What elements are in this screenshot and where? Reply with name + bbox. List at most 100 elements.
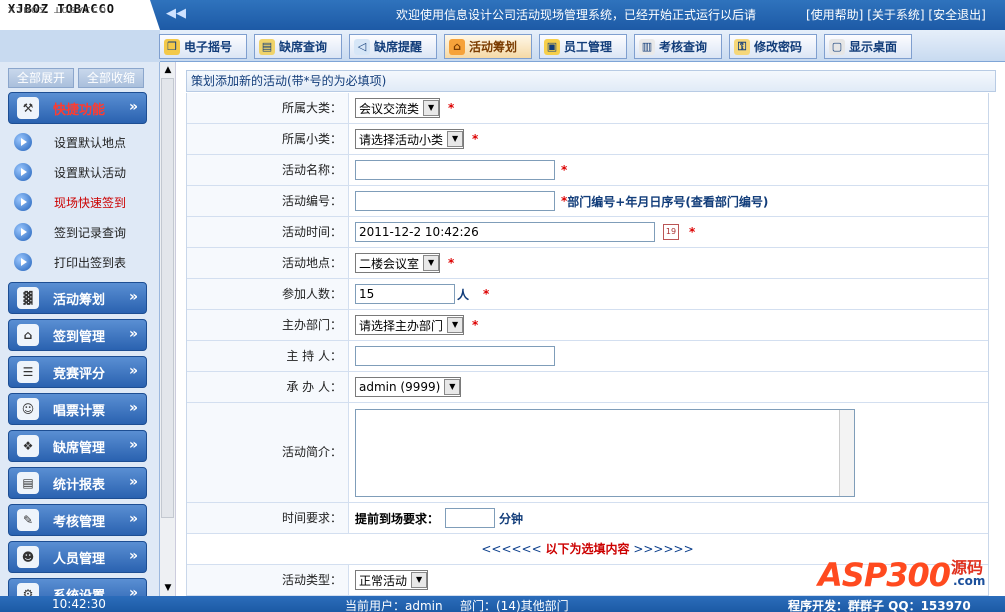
tab-staff[interactable]: ▣ 员工管理 xyxy=(539,34,627,59)
quick-item-default-activity[interactable]: 设置默认活动 xyxy=(14,161,126,183)
tab-show-desktop[interactable]: ▢ 显示桌面 xyxy=(824,34,912,59)
report-icon: ▤ xyxy=(17,472,39,494)
expand-all-button[interactable]: 全部展开 xyxy=(8,68,74,88)
chevron-double-icon: » xyxy=(128,99,138,115)
chevron-down-icon: ▼ xyxy=(444,379,461,395)
status-bar: 10:42:30 当前用户：admin 部门：(14)其他部门 程序开发：群群子… xyxy=(0,596,1005,612)
chevron-down-icon: ▼ xyxy=(411,572,428,588)
row-subcategory: 所属小类： 请选择活动小类 ▼ * xyxy=(187,124,988,155)
tab-assessment[interactable]: ▥ 考核查询 xyxy=(634,34,722,59)
main-content: ▲ ▼ 策划添加新的活动(带*号的为必填项) 所属大类： 会议交流类 ▼ * 所属小… xyxy=(160,62,1005,596)
type-select[interactable]: 正常活动 ▼ xyxy=(355,570,429,590)
person-icon: ☻ xyxy=(17,546,39,568)
department-select[interactable]: 请选择主办部门 ▼ xyxy=(355,315,465,335)
participant-count-input[interactable]: 15 xyxy=(355,284,455,304)
menu-activity-planning[interactable]: ▓ 活动筹划» xyxy=(8,282,147,314)
collapse-sidebar-icon[interactable]: ◀◀ xyxy=(166,5,186,23)
location-select[interactable]: 二楼会议室 ▼ xyxy=(355,253,441,273)
quick-item-default-location[interactable]: 设置默认地点 xyxy=(14,131,126,153)
organizer-select[interactable]: admin (9999) ▼ xyxy=(355,377,462,397)
tab-lottery[interactable]: ❒ 电子摇号 xyxy=(159,34,247,59)
book-icon: ▤ xyxy=(259,38,275,55)
subcategory-select[interactable]: 请选择活动小类 ▼ xyxy=(355,129,465,149)
quick-item-signin-records[interactable]: 签到记录查询 xyxy=(14,221,126,243)
row-department: 主办部门： 请选择主办部门 ▼ * xyxy=(187,310,988,341)
form-title: 策划添加新的活动(带*号的为必填项) xyxy=(186,70,996,92)
top-header: XJBOZ TOBACCO XJBOZ TOBACCO ◀◀ 欢迎使用信息设计公… xyxy=(0,0,1005,30)
edit-icon: ✎ xyxy=(17,509,39,531)
house-icon: ⌂ xyxy=(17,324,39,346)
chevron-down-icon: ▼ xyxy=(423,100,440,116)
help-link[interactable]: [使用帮助] xyxy=(806,8,863,22)
logout-link[interactable]: [安全退出] xyxy=(928,8,985,22)
play-icon xyxy=(14,223,32,241)
row-name: 活动名称： * xyxy=(187,155,988,186)
chevron-double-icon: » xyxy=(128,511,138,527)
tab-absence-remind[interactable]: ◁ 缺席提醒 xyxy=(349,34,437,59)
welcome-marquee: 欢迎使用信息设计公司活动现场管理系统，已经开始正式运行以后请 xyxy=(396,8,757,22)
watermark-logo: ASP300 源码 .com xyxy=(818,556,986,594)
chevron-down-icon: ▼ xyxy=(447,317,464,333)
activity-code-input[interactable] xyxy=(355,191,555,211)
calendar-icon[interactable]: 19 xyxy=(663,224,679,240)
chevron-double-icon: » xyxy=(128,400,138,416)
menu-personnel[interactable]: ☻ 人员管理» xyxy=(8,541,147,573)
chevron-double-icon: » xyxy=(128,548,138,564)
menu-signin-management[interactable]: ⌂ 签到管理» xyxy=(8,319,147,351)
quick-item-print-signin[interactable]: 打印出签到表 xyxy=(14,251,126,273)
logo-reflection: XJBOZ TOBACCO xyxy=(8,4,108,14)
clipboard-icon: ▥ xyxy=(639,38,655,55)
row-time: 活动时间： 2011-12-2 10:42:26 19 * xyxy=(187,217,988,248)
group-icon: ❖ xyxy=(17,435,39,457)
tab-absence-query[interactable]: ▤ 缺席查询 xyxy=(254,34,342,59)
scroll-down-icon[interactable]: ▼ xyxy=(160,580,176,596)
menu-system-settings[interactable]: ⚙ 系统设置» xyxy=(8,578,147,596)
menu-absence-management[interactable]: ❖ 缺席管理» xyxy=(8,430,147,462)
optional-section-heading: 以下为选填内容 xyxy=(545,542,630,556)
activity-form: 所属大类： 会议交流类 ▼ * 所属小类： 请选择活动小类 ▼ * 活动名称： * 活动… xyxy=(186,93,989,596)
row-organizer: 承 办 人： admin (9999) ▼ xyxy=(187,372,988,403)
activity-name-input[interactable] xyxy=(355,160,555,180)
menu-statistics[interactable]: ▤ 统计报表» xyxy=(8,467,147,499)
arrive-early-input[interactable] xyxy=(445,508,496,528)
vertical-scrollbar[interactable]: ▲ ▼ xyxy=(160,62,176,596)
play-icon xyxy=(14,253,32,271)
code-format-note[interactable]: 部门编号+年月日序号(查看部门编号) xyxy=(567,193,768,210)
chevron-double-icon: » xyxy=(128,437,138,453)
about-link[interactable]: [关于系统] xyxy=(867,8,924,22)
row-code: 活动编号： * 部门编号+年月日序号(查看部门编号) xyxy=(187,186,988,217)
scroll-thumb[interactable] xyxy=(161,78,174,518)
sidebar: 全部展开 全部收缩 ⚒ 快捷功能 » 设置默认地点 设置默认活动 现场快速签到 … xyxy=(0,62,160,596)
activity-time-input[interactable]: 2011-12-2 10:42:26 xyxy=(355,222,655,242)
wrench-icon: ⚒ xyxy=(17,97,39,119)
chart-icon: ▓ xyxy=(17,287,39,309)
collapse-all-button[interactable]: 全部收缩 xyxy=(78,68,144,88)
users-icon: ☺ xyxy=(17,398,39,420)
play-icon xyxy=(14,163,32,181)
textarea-scrollbar[interactable] xyxy=(839,409,854,496)
keys-icon: ⚿ xyxy=(734,38,750,55)
toolbar: ❒ 电子摇号 ▤ 缺席查询 ◁ 缺席提醒 ⌂ 活动筹划 ▣ 员工管理 ▥ 考核查询 ⚿ 修改密… xyxy=(0,30,1005,62)
top-links: [使用帮助] [关于系统] [安全退出] xyxy=(806,6,986,23)
host-input[interactable] xyxy=(355,346,555,366)
row-summary: 活动简介： xyxy=(187,403,988,503)
tab-activity-planning[interactable]: ⌂ 活动筹划 xyxy=(444,34,532,59)
menu-vote-counting[interactable]: ☺ 唱票计票» xyxy=(8,393,147,425)
menu-assessment[interactable]: ✎ 考核管理» xyxy=(8,504,147,536)
key-icon: ❒ xyxy=(164,38,180,55)
tab-change-password[interactable]: ⚿ 修改密码 xyxy=(729,34,817,59)
speaker-icon: ◁ xyxy=(354,38,370,55)
scroll-up-icon[interactable]: ▲ xyxy=(160,62,176,78)
person-card-icon: ▣ xyxy=(544,38,560,55)
developer-info: 程序开发：群群子 QQ：153970 xyxy=(788,599,971,612)
gear-icon: ⚙ xyxy=(17,583,39,596)
clock: 10:42:30 xyxy=(52,597,106,611)
quick-item-fast-signin[interactable]: 现场快速签到 xyxy=(14,191,126,213)
menu-contest-scoring[interactable]: ☰ 竞赛评分» xyxy=(8,356,147,388)
chevron-double-icon: » xyxy=(128,289,138,305)
category-select[interactable]: 会议交流类 ▼ xyxy=(355,98,441,118)
play-icon xyxy=(14,133,32,151)
menu-quick[interactable]: ⚒ 快捷功能 » xyxy=(8,92,147,124)
summary-textarea[interactable] xyxy=(355,408,855,497)
row-participants: 参加人数： 15 人 * xyxy=(187,279,988,310)
